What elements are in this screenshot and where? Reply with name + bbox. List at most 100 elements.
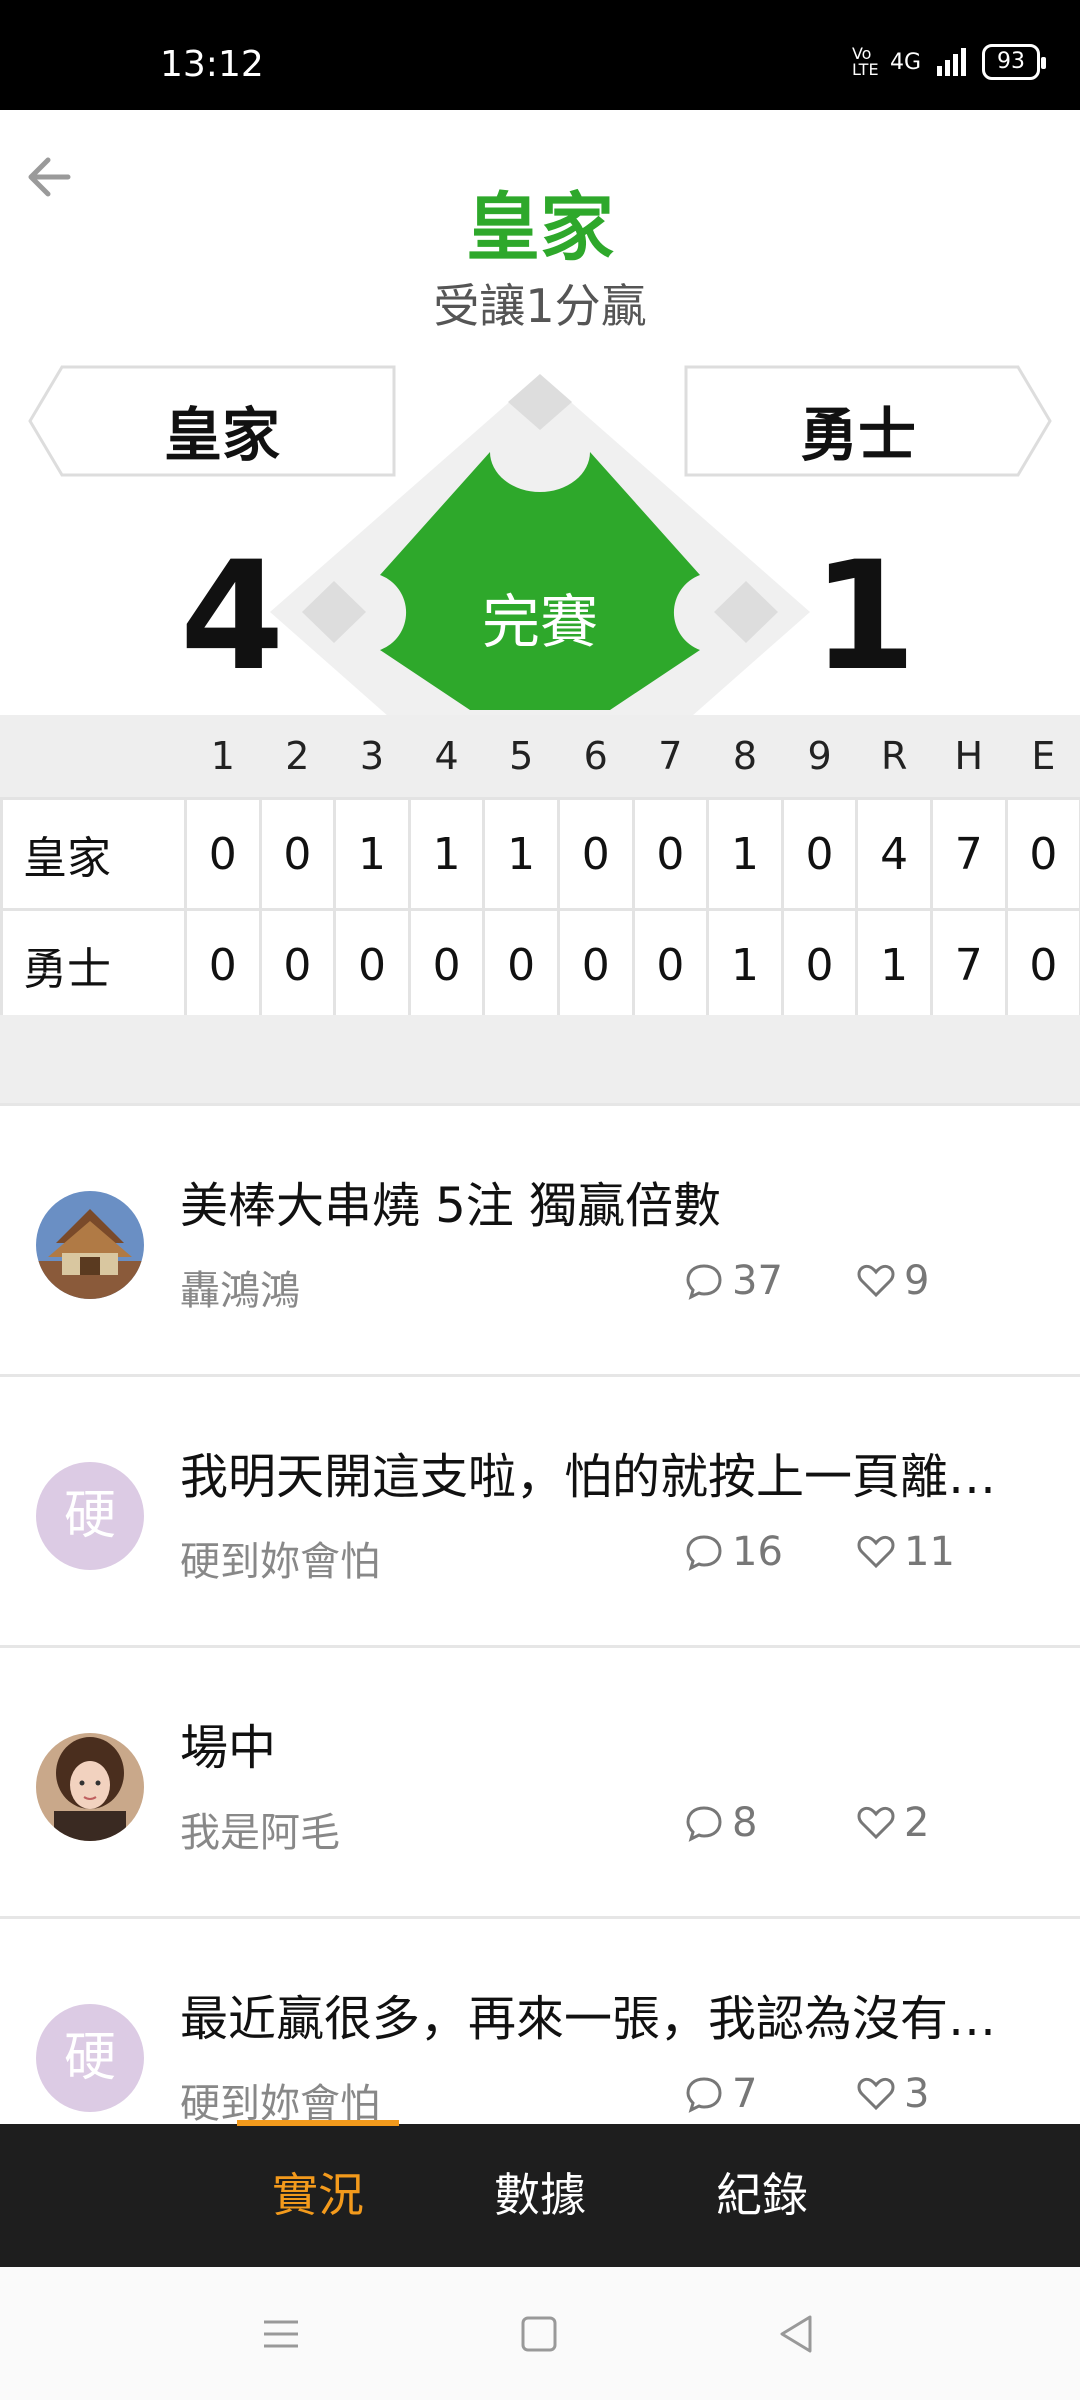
post-list: 美棒大串燒 5注 獨贏倍數 轟鴻鴻 37 9 硬 我明天開這支啦，怕的就按上一頁… — [0, 1103, 1080, 2187]
hits-header: H — [954, 734, 984, 778]
runs-header: R — [880, 734, 908, 778]
battery-icon: 93 — [982, 44, 1046, 80]
system-nav-bar — [0, 2267, 1080, 2400]
post-title[interactable]: 場中 — [180, 1708, 1040, 1778]
line-score-cell: 1 — [333, 797, 411, 911]
line-score-cell: 1 — [482, 797, 560, 911]
line-score-hits: 7 — [929, 797, 1008, 911]
post-item[interactable]: 美棒大串燒 5注 獨贏倍數 轟鴻鴻 37 9 — [0, 1103, 1080, 1374]
post-author[interactable]: 我是阿毛 — [180, 1800, 340, 1858]
post-title[interactable]: 最近贏很多，再來一張，我認為沒有塞... — [180, 1979, 1040, 2049]
line-score-cell: 0 — [333, 908, 411, 1022]
comment-icon — [686, 1535, 722, 1571]
line-score-cell: 0 — [556, 797, 635, 911]
comment-count: 8 — [684, 1800, 757, 1846]
line-score-runs: 1 — [855, 908, 933, 1022]
post-title[interactable]: 美棒大串燒 5注 獨贏倍數 — [180, 1166, 1040, 1236]
errors-header: E — [1031, 734, 1056, 778]
line-score-team: 勇士 — [0, 908, 187, 1022]
home-square-icon[interactable] — [514, 2309, 564, 2359]
post-title[interactable]: 我明天開這支啦，怕的就按上一頁離開... — [180, 1437, 1040, 1507]
scoreboard: 皇家 勇士 4 1 完賽 — [0, 360, 1080, 720]
volte-icon: Vo LTE — [851, 44, 879, 79]
line-score-header: 1 2 3 4 5 6 7 8 9 R H E — [2, 715, 1080, 799]
line-score-cell: 0 — [780, 797, 859, 911]
comment-count: 7 — [684, 2071, 757, 2117]
comment-icon — [686, 2077, 722, 2113]
comment-icon — [686, 1806, 722, 1842]
away-team-name: 皇家 — [164, 401, 281, 469]
comment-count-value: 16 — [732, 1529, 783, 1575]
comment-count: 37 — [684, 1258, 783, 1304]
temple-photo-avatar-icon[interactable] — [36, 1191, 144, 1299]
game-status: 完賽 — [481, 588, 598, 656]
tab-live[interactable]: 實況 — [238, 2124, 398, 2267]
inning-header: 2 — [285, 734, 310, 778]
inning-header: 6 — [583, 734, 608, 778]
inning-header: 4 — [434, 734, 459, 778]
like-count: 3 — [856, 2071, 929, 2117]
back-triangle-icon[interactable] — [772, 2309, 822, 2359]
like-count: 9 — [856, 1258, 929, 1304]
status-time: 13:12 — [160, 44, 264, 85]
line-score-cell: 0 — [258, 908, 337, 1022]
line-score-cell: 0 — [482, 908, 560, 1022]
inning-header: 9 — [807, 734, 832, 778]
page-subtitle: 受讓1分贏 — [433, 279, 647, 333]
line-score-errors: 0 — [1004, 797, 1080, 911]
signal-icon — [937, 48, 966, 76]
active-tab-indicator — [237, 2120, 399, 2126]
post-item[interactable]: 場中 我是阿毛 8 2 — [0, 1645, 1080, 1916]
line-score-header-blank — [2, 715, 186, 799]
line-score-row-away: 皇家 0 0 1 1 1 0 0 1 0 4 7 0 — [0, 797, 1080, 911]
line-score-cell: 0 — [780, 908, 859, 1022]
line-score-team: 皇家 — [0, 797, 187, 911]
page-title: 皇家 — [466, 185, 614, 271]
like-count-value: 3 — [904, 2071, 930, 2117]
like-count: 11 — [856, 1529, 955, 1575]
tab-records[interactable]: 紀錄 — [682, 2124, 842, 2267]
post-author[interactable]: 硬到妳會怕 — [180, 1529, 380, 1587]
letter-avatar[interactable]: 硬 — [36, 2004, 144, 2112]
line-score-cell: 0 — [184, 797, 262, 911]
system-icons: Vo LTE 4G 93 — [851, 44, 1046, 80]
post-author[interactable]: 轟鴻鴻 — [180, 1258, 300, 1316]
line-score-row-home: 勇士 0 0 0 0 0 0 0 1 0 1 7 0 — [0, 908, 1080, 1022]
line-score-cell: 0 — [631, 908, 710, 1022]
line-score-cell: 1 — [706, 797, 784, 911]
line-score-cell: 0 — [556, 908, 635, 1022]
like-count: 2 — [856, 1800, 929, 1846]
inning-header: 3 — [359, 734, 385, 778]
line-score-cell: 1 — [706, 908, 784, 1022]
inning-header: 5 — [509, 734, 534, 778]
post-item[interactable]: 硬 我明天開這支啦，怕的就按上一頁離開... 硬到妳會怕 16 11 — [0, 1374, 1080, 1645]
line-score-cell: 1 — [407, 797, 486, 911]
inning-header: 7 — [658, 734, 683, 778]
baseball-field-graphic — [28, 365, 1052, 720]
section-divider — [0, 1015, 1080, 1103]
home-team-name: 勇士 — [800, 401, 917, 469]
letter-avatar[interactable]: 硬 — [36, 1462, 144, 1570]
line-score-errors: 0 — [1004, 908, 1080, 1022]
heart-icon — [857, 1264, 895, 1298]
line-score-cell: 0 — [258, 797, 337, 911]
line-score-cell: 0 — [631, 797, 710, 911]
home-score: 1 — [812, 530, 917, 704]
comment-count: 16 — [684, 1529, 783, 1575]
like-count-value: 9 — [904, 1258, 930, 1304]
heart-icon — [857, 1806, 895, 1840]
comment-count-value: 8 — [732, 1800, 758, 1846]
line-score-cell: 0 — [184, 908, 262, 1022]
network-label: 4G — [889, 49, 921, 75]
like-count-value: 11 — [904, 1529, 955, 1575]
tab-stats[interactable]: 數據 — [460, 2124, 620, 2267]
inning-header: 1 — [210, 734, 235, 778]
line-score-runs: 4 — [855, 797, 933, 911]
girl-photo-avatar-icon[interactable] — [36, 1733, 144, 1841]
line-score-cell: 0 — [407, 908, 486, 1022]
heart-icon — [857, 2077, 895, 2111]
like-count-value: 2 — [904, 1800, 930, 1846]
comment-count-value: 7 — [732, 2071, 758, 2117]
menu-icon[interactable] — [256, 2309, 306, 2359]
status-bar: 13:12 Vo LTE 4G 93 — [0, 0, 1080, 110]
